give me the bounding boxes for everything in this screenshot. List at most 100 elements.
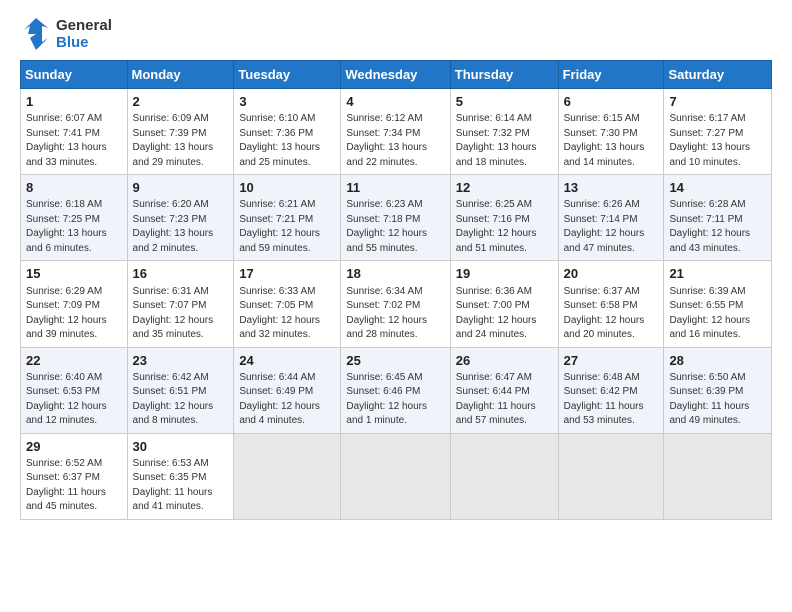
calendar-cell: 28Sunrise: 6:50 AMSunset: 6:39 PMDayligh… xyxy=(664,347,772,433)
day-info: Sunrise: 6:14 AMSunset: 7:32 PMDaylight:… xyxy=(456,112,553,170)
day-info: Sunrise: 6:28 AMSunset: 7:11 PMDaylight:… xyxy=(669,198,766,256)
logo-blue: Blue xyxy=(56,34,112,51)
day-info: Sunrise: 6:52 AMSunset: 6:37 PMDaylight:… xyxy=(26,457,122,515)
calendar-cell: 21Sunrise: 6:39 AMSunset: 6:55 PMDayligh… xyxy=(664,261,772,347)
day-info: Sunrise: 6:21 AMSunset: 7:21 PMDaylight:… xyxy=(239,198,335,256)
day-number: 22 xyxy=(26,352,122,370)
day-info: Sunrise: 6:33 AMSunset: 7:05 PMDaylight:… xyxy=(239,285,335,343)
header: General Blue xyxy=(20,16,772,52)
day-number: 9 xyxy=(133,179,229,197)
day-info: Sunrise: 6:29 AMSunset: 7:09 PMDaylight:… xyxy=(26,285,122,343)
calendar-cell: 22Sunrise: 6:40 AMSunset: 6:53 PMDayligh… xyxy=(21,347,128,433)
calendar-cell: 18 Sunrise: 6:34 AMSunset: 7:02 PMDayligh… xyxy=(341,261,450,347)
weekday-header-saturday: Saturday xyxy=(664,61,772,89)
day-info: Sunrise: 6:07 AMSunset: 7:41 PMDaylight:… xyxy=(26,112,122,170)
day-number: 6 xyxy=(564,93,659,111)
calendar-table: SundayMondayTuesdayWednesdayThursdayFrid… xyxy=(20,60,772,520)
day-number: 8 xyxy=(26,179,122,197)
logo-general: General xyxy=(56,17,112,34)
calendar-cell: 10Sunrise: 6:21 AMSunset: 7:21 PMDayligh… xyxy=(234,175,341,261)
weekday-header-thursday: Thursday xyxy=(450,61,558,89)
day-info: Sunrise: 6:26 AMSunset: 7:14 PMDaylight:… xyxy=(564,198,659,256)
day-number: 29 xyxy=(26,438,122,456)
day-info: Sunrise: 6:31 AMSunset: 7:07 PMDaylight:… xyxy=(133,285,229,343)
weekday-header-row: SundayMondayTuesdayWednesdayThursdayFrid… xyxy=(21,61,772,89)
logo: General Blue xyxy=(20,16,112,52)
day-info: Sunrise: 6:45 AMSunset: 6:46 PMDaylight:… xyxy=(346,371,444,429)
day-info: Sunrise: 6:10 AMSunset: 7:36 PMDaylight:… xyxy=(239,112,335,170)
day-info: Sunrise: 6:17 AMSunset: 7:27 PMDaylight:… xyxy=(669,112,766,170)
calendar-cell: 16 Sunrise: 6:31 AMSunset: 7:07 PMDayligh… xyxy=(127,261,234,347)
calendar-cell: 13Sunrise: 6:26 AMSunset: 7:14 PMDayligh… xyxy=(558,175,664,261)
calendar-cell xyxy=(558,433,664,519)
day-info: Sunrise: 6:37 AMSunset: 6:58 PMDaylight:… xyxy=(564,285,659,343)
day-number: 21 xyxy=(669,265,766,283)
day-info: Sunrise: 6:36 AMSunset: 7:00 PMDaylight:… xyxy=(456,285,553,343)
day-number: 4 xyxy=(346,93,444,111)
calendar-cell: 19Sunrise: 6:36 AMSunset: 7:00 PMDayligh… xyxy=(450,261,558,347)
day-info: Sunrise: 6:48 AMSunset: 6:42 PMDaylight:… xyxy=(564,371,659,429)
calendar-cell: 12Sunrise: 6:25 AMSunset: 7:16 PMDayligh… xyxy=(450,175,558,261)
weekday-header-monday: Monday xyxy=(127,61,234,89)
calendar-cell: 17Sunrise: 6:33 AMSunset: 7:05 PMDayligh… xyxy=(234,261,341,347)
day-number: 1 xyxy=(26,93,122,111)
logo-text: General Blue xyxy=(56,17,112,52)
day-number: 5 xyxy=(456,93,553,111)
day-number: 30 xyxy=(133,438,229,456)
day-info: Sunrise: 6:12 AMSunset: 7:34 PMDaylight:… xyxy=(346,112,444,170)
page: General Blue SundayMondayTuesdayWednesda… xyxy=(0,0,792,540)
day-info: Sunrise: 6:50 AMSunset: 6:39 PMDaylight:… xyxy=(669,371,766,429)
day-info: Sunrise: 6:25 AMSunset: 7:16 PMDaylight:… xyxy=(456,198,553,256)
calendar-cell: 30Sunrise: 6:53 AMSunset: 6:35 PMDayligh… xyxy=(127,433,234,519)
day-number: 16 xyxy=(133,265,229,283)
calendar-cell xyxy=(234,433,341,519)
day-info: Sunrise: 6:40 AMSunset: 6:53 PMDaylight:… xyxy=(26,371,122,429)
calendar-week-5: 29Sunrise: 6:52 AMSunset: 6:37 PMDayligh… xyxy=(21,433,772,519)
day-number: 27 xyxy=(564,352,659,370)
calendar-cell: 25Sunrise: 6:45 AMSunset: 6:46 PMDayligh… xyxy=(341,347,450,433)
calendar-week-3: 15 Sunrise: 6:29 AMSunset: 7:09 PMDayligh… xyxy=(21,261,772,347)
weekday-header-friday: Friday xyxy=(558,61,664,89)
day-info: Sunrise: 6:23 AMSunset: 7:18 PMDaylight:… xyxy=(346,198,444,256)
day-number: 12 xyxy=(456,179,553,197)
logo-bird-icon xyxy=(20,16,52,52)
day-number: 10 xyxy=(239,179,335,197)
calendar-cell: 15 Sunrise: 6:29 AMSunset: 7:09 PMDayligh… xyxy=(21,261,128,347)
day-number: 18 xyxy=(346,265,444,283)
day-info: Sunrise: 6:34 AMSunset: 7:02 PMDaylight:… xyxy=(346,285,444,343)
calendar-cell: 8Sunrise: 6:18 AMSunset: 7:25 PMDaylight… xyxy=(21,175,128,261)
day-number: 28 xyxy=(669,352,766,370)
calendar-cell: 27Sunrise: 6:48 AMSunset: 6:42 PMDayligh… xyxy=(558,347,664,433)
calendar-cell: 14Sunrise: 6:28 AMSunset: 7:11 PMDayligh… xyxy=(664,175,772,261)
weekday-header-tuesday: Tuesday xyxy=(234,61,341,89)
day-number: 23 xyxy=(133,352,229,370)
day-info: Sunrise: 6:20 AMSunset: 7:23 PMDaylight:… xyxy=(133,198,229,256)
calendar-week-4: 22Sunrise: 6:40 AMSunset: 6:53 PMDayligh… xyxy=(21,347,772,433)
day-number: 2 xyxy=(133,93,229,111)
day-info: Sunrise: 6:15 AMSunset: 7:30 PMDaylight:… xyxy=(564,112,659,170)
day-number: 15 xyxy=(26,265,122,283)
day-number: 11 xyxy=(346,179,444,197)
calendar-cell xyxy=(664,433,772,519)
day-info: Sunrise: 6:44 AMSunset: 6:49 PMDaylight:… xyxy=(239,371,335,429)
calendar-cell: 24Sunrise: 6:44 AMSunset: 6:49 PMDayligh… xyxy=(234,347,341,433)
calendar-week-2: 8Sunrise: 6:18 AMSunset: 7:25 PMDaylight… xyxy=(21,175,772,261)
calendar-cell: 1Sunrise: 6:07 AMSunset: 7:41 PMDaylight… xyxy=(21,89,128,175)
day-number: 13 xyxy=(564,179,659,197)
day-number: 26 xyxy=(456,352,553,370)
calendar-cell: 9Sunrise: 6:20 AMSunset: 7:23 PMDaylight… xyxy=(127,175,234,261)
day-number: 20 xyxy=(564,265,659,283)
calendar-cell: 3Sunrise: 6:10 AMSunset: 7:36 PMDaylight… xyxy=(234,89,341,175)
logo-container: General Blue xyxy=(20,16,112,52)
calendar-week-1: 1Sunrise: 6:07 AMSunset: 7:41 PMDaylight… xyxy=(21,89,772,175)
calendar-cell: 2Sunrise: 6:09 AMSunset: 7:39 PMDaylight… xyxy=(127,89,234,175)
day-info: Sunrise: 6:42 AMSunset: 6:51 PMDaylight:… xyxy=(133,371,229,429)
calendar-cell: 23Sunrise: 6:42 AMSunset: 6:51 PMDayligh… xyxy=(127,347,234,433)
day-info: Sunrise: 6:09 AMSunset: 7:39 PMDaylight:… xyxy=(133,112,229,170)
calendar-cell xyxy=(450,433,558,519)
weekday-header-sunday: Sunday xyxy=(21,61,128,89)
calendar-cell: 6Sunrise: 6:15 AMSunset: 7:30 PMDaylight… xyxy=(558,89,664,175)
calendar-cell: 11Sunrise: 6:23 AMSunset: 7:18 PMDayligh… xyxy=(341,175,450,261)
calendar-cell xyxy=(341,433,450,519)
weekday-header-wednesday: Wednesday xyxy=(341,61,450,89)
